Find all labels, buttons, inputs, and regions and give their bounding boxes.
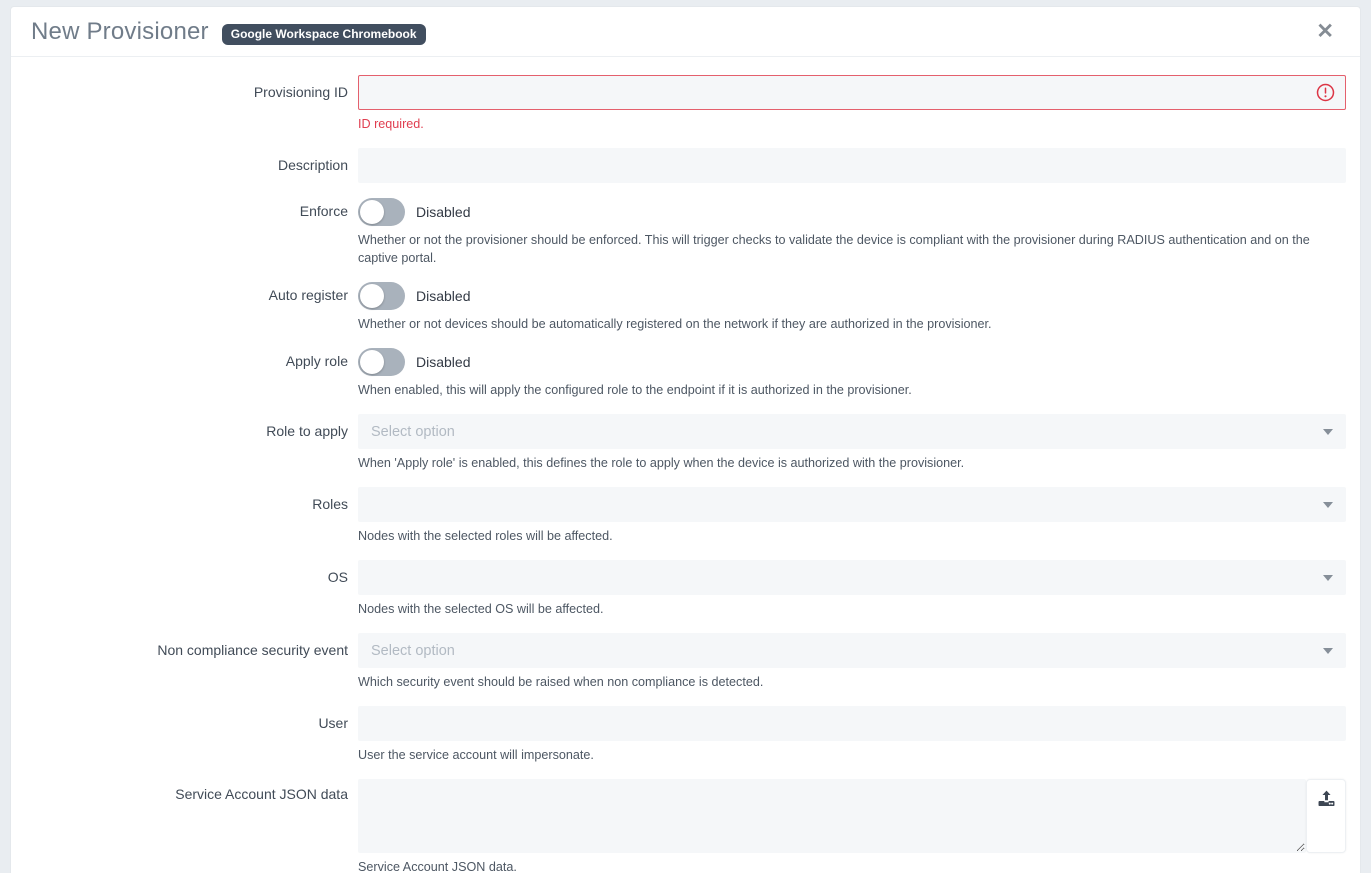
apply-role-state: Disabled: [416, 354, 470, 370]
form-group-description: Description: [21, 148, 1346, 183]
chevron-down-icon: [1323, 648, 1333, 654]
user-label: User: [21, 706, 358, 733]
form-group-os: OS Nodes with the selected OS will be af…: [21, 560, 1346, 618]
auto-register-toggle[interactable]: [358, 282, 405, 310]
form-group-enforce: Enforce Disabled Whether or not the prov…: [21, 198, 1346, 267]
apply-role-help: When enabled, this will apply the config…: [358, 381, 1346, 399]
description-label: Description: [21, 148, 358, 175]
provisioner-type-badge: Google Workspace Chromebook: [222, 24, 426, 45]
auto-register-state: Disabled: [416, 288, 470, 304]
form-group-user: User User the service account will imper…: [21, 706, 1346, 764]
service-account-json-help: Service Account JSON data.: [358, 858, 1346, 873]
auto-register-label: Auto register: [21, 282, 358, 305]
select-placeholder: Select option: [371, 424, 455, 440]
page-title: New Provisioner: [31, 18, 209, 46]
toggle-knob: [360, 350, 384, 374]
roles-help: Nodes with the selected roles will be af…: [358, 527, 1346, 545]
close-button[interactable]: ✕: [1310, 17, 1340, 46]
enforce-state: Disabled: [416, 204, 470, 220]
os-select[interactable]: [358, 560, 1346, 595]
toggle-knob: [360, 284, 384, 308]
enforce-label: Enforce: [21, 198, 358, 221]
toggle-knob: [360, 200, 384, 224]
non-compliance-security-event-label: Non compliance security event: [21, 633, 358, 660]
apply-role-label: Apply role: [21, 348, 358, 371]
select-placeholder: Select option: [371, 643, 455, 659]
form-group-non-compliance-security-event: Non compliance security event Select opt…: [21, 633, 1346, 691]
form-group-provisioning-id: Provisioning ID ID required.: [21, 75, 1346, 133]
form-group-apply-role: Apply role Disabled When enabled, this w…: [21, 348, 1346, 399]
role-to-apply-select[interactable]: Select option: [358, 414, 1346, 449]
upload-icon: [1318, 790, 1335, 807]
card-header: New Provisioner Google Workspace Chromeb…: [11, 7, 1360, 57]
role-to-apply-help: When 'Apply role' is enabled, this defin…: [358, 454, 1346, 472]
enforce-toggle[interactable]: [358, 198, 405, 226]
role-to-apply-label: Role to apply: [21, 414, 358, 441]
provisioning-id-label: Provisioning ID: [21, 75, 358, 102]
provisioning-id-input[interactable]: [358, 75, 1346, 110]
chevron-down-icon: [1323, 429, 1333, 435]
form-group-role-to-apply: Role to apply Select option When 'Apply …: [21, 414, 1346, 472]
roles-select[interactable]: [358, 487, 1346, 522]
service-account-json-label: Service Account JSON data: [21, 779, 358, 804]
roles-label: Roles: [21, 487, 358, 514]
service-account-json-textarea[interactable]: [358, 779, 1306, 853]
non-compliance-security-event-help: Which security event should be raised wh…: [358, 673, 1346, 691]
auto-register-help: Whether or not devices should be automat…: [358, 315, 1346, 333]
provisioning-id-error: ID required.: [358, 115, 1346, 133]
enforce-help: Whether or not the provisioner should be…: [358, 231, 1346, 267]
close-icon: ✕: [1316, 20, 1334, 43]
user-input[interactable]: [358, 706, 1346, 741]
upload-button[interactable]: [1306, 779, 1346, 853]
non-compliance-security-event-select[interactable]: Select option: [358, 633, 1346, 668]
os-help: Nodes with the selected OS will be affec…: [358, 600, 1346, 618]
user-help: User the service account will impersonat…: [358, 746, 1346, 764]
chevron-down-icon: [1323, 502, 1333, 508]
new-provisioner-card: New Provisioner Google Workspace Chromeb…: [10, 6, 1361, 873]
apply-role-toggle[interactable]: [358, 348, 405, 376]
form-group-service-account-json: Service Account JSON data Service Accoun…: [21, 779, 1346, 873]
description-input[interactable]: [358, 148, 1346, 183]
provisioner-form: Provisioning ID ID required. Description…: [11, 57, 1360, 873]
form-group-roles: Roles Nodes with the selected roles will…: [21, 487, 1346, 545]
os-label: OS: [21, 560, 358, 587]
form-group-auto-register: Auto register Disabled Whether or not de…: [21, 282, 1346, 333]
chevron-down-icon: [1323, 575, 1333, 581]
